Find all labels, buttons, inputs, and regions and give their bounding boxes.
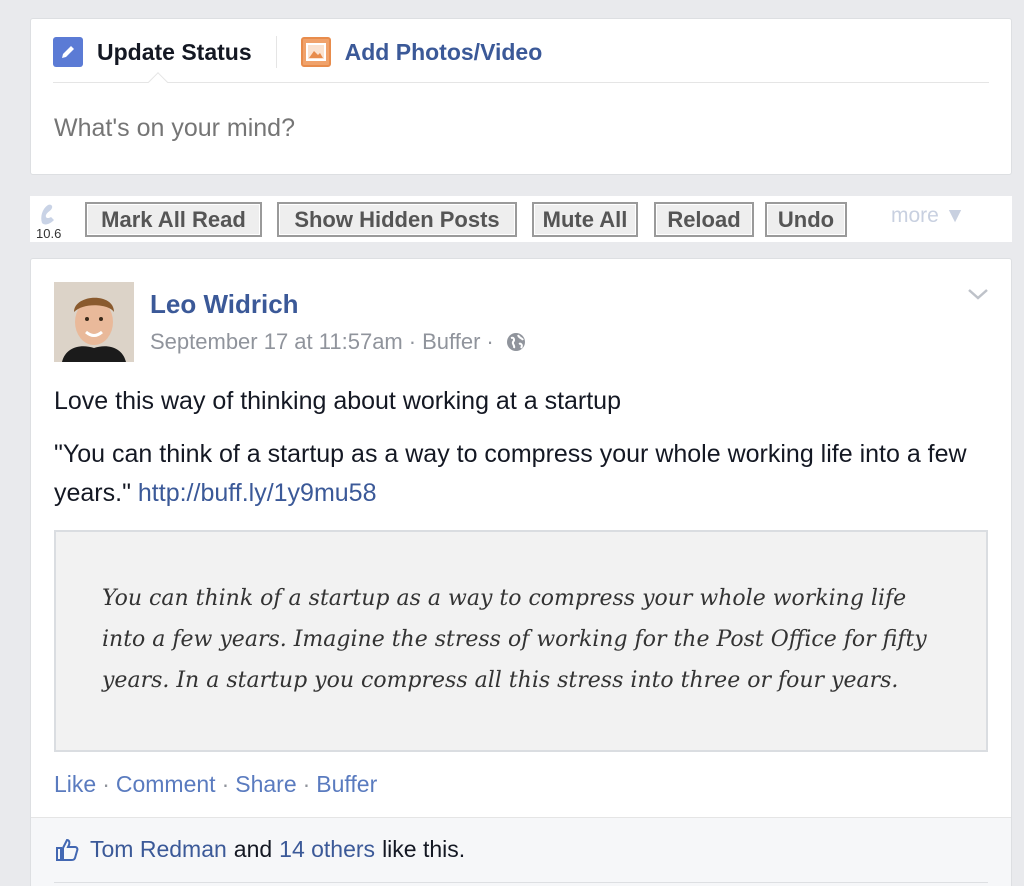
share-action[interactable]: Share [235,771,296,798]
comment-action[interactable]: Comment [116,771,216,798]
post-timestamp[interactable]: September 17 at 11:57am [150,329,403,355]
post-actions: Like · Comment · Share · Buffer [54,771,377,798]
status-input[interactable] [54,114,954,143]
more-menu[interactable]: more ▼ [891,204,965,228]
extension-version: 10.6 [36,226,62,241]
mark-all-read-button[interactable]: Mark All Read [85,202,262,237]
mute-all-button[interactable]: Mute All [532,202,638,237]
tab-add-photos[interactable]: Add Photos/Video [300,37,543,67]
likes-divider [54,882,988,883]
post-via[interactable]: Buffer [422,329,480,355]
likes-others-link[interactable]: 14 others [279,836,375,863]
tab-add-photos-label: Add Photos/Video [344,38,543,65]
likes-summary: Tom Redman and 14 others like this. [31,817,1011,886]
buffer-action[interactable]: Buffer [316,771,377,798]
photo-icon [300,37,331,67]
likes-and: and [233,836,273,862]
action-separator: · [221,771,230,797]
meta-separator: · [408,329,417,354]
attachment-text: You can think of a startup as a way to c… [102,586,927,693]
undo-button[interactable]: Undo [765,202,847,237]
chevron-down-icon[interactable] [967,287,989,301]
show-hidden-posts-button[interactable]: Show Hidden Posts [277,202,517,237]
composer-divider [53,82,989,83]
post-text: Love this way of thinking about working … [54,387,621,415]
liker-name[interactable]: Tom Redman [90,836,227,863]
action-separator: · [302,771,311,797]
tab-update-status[interactable]: Update Status [53,37,252,67]
like-action[interactable]: Like [54,771,96,798]
feed-post: Leo Widrich September 17 at 11:57am · Bu… [30,258,1012,886]
action-separator: · [102,771,110,797]
active-tab-pointer [148,72,168,92]
status-composer: Update Status Add Photos/Video [30,18,1012,175]
globe-icon[interactable] [506,332,526,352]
thumbs-up-icon [56,838,79,861]
pencil-icon [53,37,83,67]
extension-toolbar: 10.6 Mark All Read Show Hidden Posts Mut… [30,196,1012,242]
post-meta: September 17 at 11:57am · Buffer · [150,329,526,355]
reload-button[interactable]: Reload [654,202,754,237]
post-quote: "You can think of a startup as a way to … [54,435,984,513]
likes-suffix: like this. [382,836,466,862]
tab-divider [275,36,277,68]
composer-tabs: Update Status Add Photos/Video [53,35,542,69]
likes-line: Tom Redman and 14 others like this. [54,836,472,863]
meta-separator: · [486,329,494,354]
extension-logo-icon[interactable]: 10.6 [34,199,70,241]
attachment-card[interactable]: You can think of a startup as a way to c… [54,530,988,752]
post-link[interactable]: http://buff.ly/1y9mu58 [138,479,377,507]
tab-update-status-label: Update Status [97,38,252,65]
post-author[interactable]: Leo Widrich [150,289,299,320]
avatar[interactable] [54,282,134,362]
